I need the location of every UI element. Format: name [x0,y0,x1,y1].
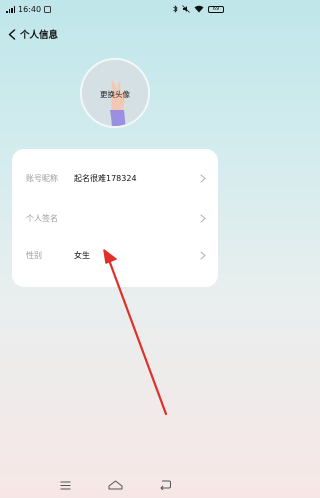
mute-icon [182,5,190,13]
status-left: 16:40 [6,5,51,14]
system-nav-bar [0,472,230,498]
status-bar: 16:40 69 [0,0,230,18]
gender-label: 性别 [26,250,42,260]
nickname-label: 账号昵称 [26,173,58,183]
home-icon [108,480,122,490]
menu-icon [60,481,70,489]
wifi-icon [194,5,204,13]
nav-home-button[interactable] [106,478,124,492]
bluetooth-icon [173,5,178,13]
avatar-change-button[interactable]: 更换头像 [80,58,150,128]
chevron-left-icon [8,28,16,40]
chevron-right-icon [200,174,206,182]
signature-label: 个人签名 [26,213,58,223]
profile-card: 账号昵称 起名很难178324 个人签名 性别 女生 [12,149,218,287]
status-time: 16:40 [18,4,42,14]
status-right: 69 [173,5,224,13]
gender-value: 女生 [74,250,90,260]
nav-back-button[interactable] [156,478,174,492]
nav-menu-button[interactable] [56,478,74,492]
chevron-right-icon [200,251,206,259]
chevron-right-icon [200,214,206,222]
nickname-value: 起名很难178324 [74,173,137,183]
notification-icon [44,5,51,13]
row-gender[interactable]: 性别 女生 [12,232,218,278]
back-icon [160,480,171,490]
avatar-label: 更换头像 [100,90,130,99]
battery-icon: 69 [208,5,224,13]
back-button[interactable]: 个人信息 [8,27,58,41]
battery-level: 69 [212,5,220,12]
signal-icon [6,5,15,13]
header: 个人信息 [0,24,230,44]
page-title: 个人信息 [20,30,59,41]
